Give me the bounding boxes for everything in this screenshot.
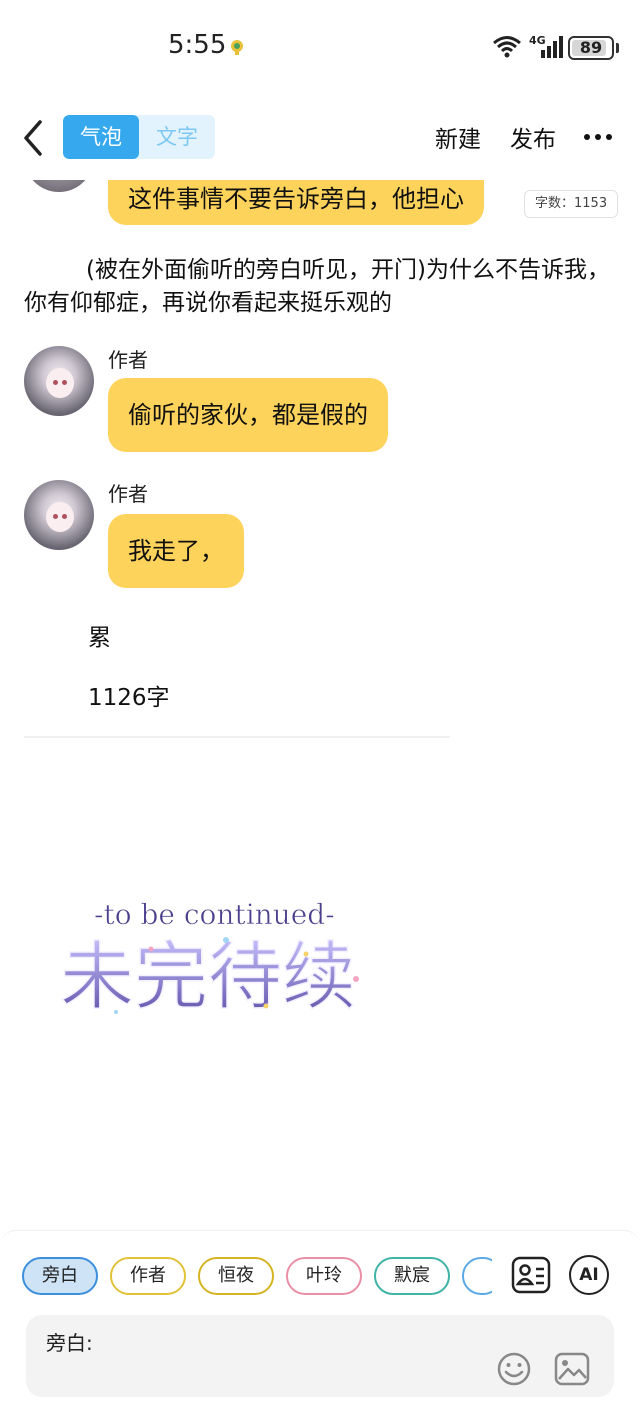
story-content: 这件事情不要告诉旁白，他担心 字数：1153 (被在外面偷听的旁白听见，开门)为… <box>0 180 640 1230</box>
more-dots-icon[interactable] <box>584 134 614 142</box>
signal-icon <box>541 36 563 58</box>
status-time: 5:55 <box>168 30 227 60</box>
story-line[interactable]: 1126字 <box>88 678 170 712</box>
chevron-left-icon[interactable] <box>18 118 48 158</box>
to-be-continued-image[interactable]: -to be continued- 未完待续 <box>56 894 396 1024</box>
role-chip[interactable]: 默宸 <box>374 1257 450 1295</box>
input-speaker-label: 旁白: <box>46 1331 93 1355</box>
ai-button[interactable]: AI <box>569 1255 609 1295</box>
role-chip[interactable]: 旁白 <box>22 1257 98 1295</box>
mode-toggle: 文字 气泡 <box>63 115 215 159</box>
role-chip[interactable]: 叶玲 <box>286 1257 362 1295</box>
battery-nub <box>616 43 619 53</box>
wifi-icon <box>493 36 521 58</box>
status-bar: 5:55 4G 89 <box>0 0 640 96</box>
top-nav: 文字 气泡 新建 发布 <box>0 100 640 180</box>
message-bubble[interactable]: 偷听的家伙，都是假的 <box>108 378 388 452</box>
role-chip[interactable]: 恒夜 <box>198 1257 274 1295</box>
role-chips: 旁白 作者 恒夜 叶玲 默宸 <box>22 1257 492 1295</box>
battery-percent: 89 <box>579 38 603 57</box>
message-bubble[interactable]: 我走了， <box>108 514 244 588</box>
tab-text[interactable]: 文字 <box>139 115 215 159</box>
tbc-caption-top: -to be continued- <box>94 898 335 931</box>
story-line[interactable]: 累 <box>88 618 111 652</box>
avatar[interactable] <box>24 346 94 416</box>
divider <box>24 736 450 738</box>
avatar[interactable] <box>24 480 94 550</box>
avatar[interactable] <box>24 180 94 192</box>
narration-text[interactable]: (被在外面偷听的旁白听见，开门)为什么不告诉我，你有仰郁症，再说你看起来挺乐观的 <box>24 254 620 320</box>
tbc-caption-main: 未完待续 <box>60 934 356 1020</box>
notification-icon <box>231 40 243 55</box>
tab-bubble[interactable]: 气泡 <box>63 115 139 159</box>
smiley-icon[interactable] <box>496 1351 532 1387</box>
battery-indicator: 89 <box>568 36 614 60</box>
new-button[interactable]: 新建 <box>435 120 481 154</box>
speaker-name: 作者 <box>108 348 148 372</box>
publish-button[interactable]: 发布 <box>510 120 556 154</box>
message-bubble[interactable]: 这件事情不要告诉旁白，他担心 <box>108 180 484 225</box>
compose-panel: 旁白 作者 恒夜 叶玲 默宸 AI 旁白: <box>0 1230 640 1422</box>
dialogue-input[interactable]: 旁白: <box>26 1315 614 1397</box>
speaker-name: 作者 <box>108 482 148 506</box>
image-icon[interactable] <box>554 1352 590 1386</box>
roles-card-icon[interactable] <box>511 1256 551 1294</box>
role-chip[interactable]: 作者 <box>110 1257 186 1295</box>
role-chip[interactable] <box>462 1257 492 1295</box>
word-count-badge: 字数：1153 <box>524 190 619 218</box>
